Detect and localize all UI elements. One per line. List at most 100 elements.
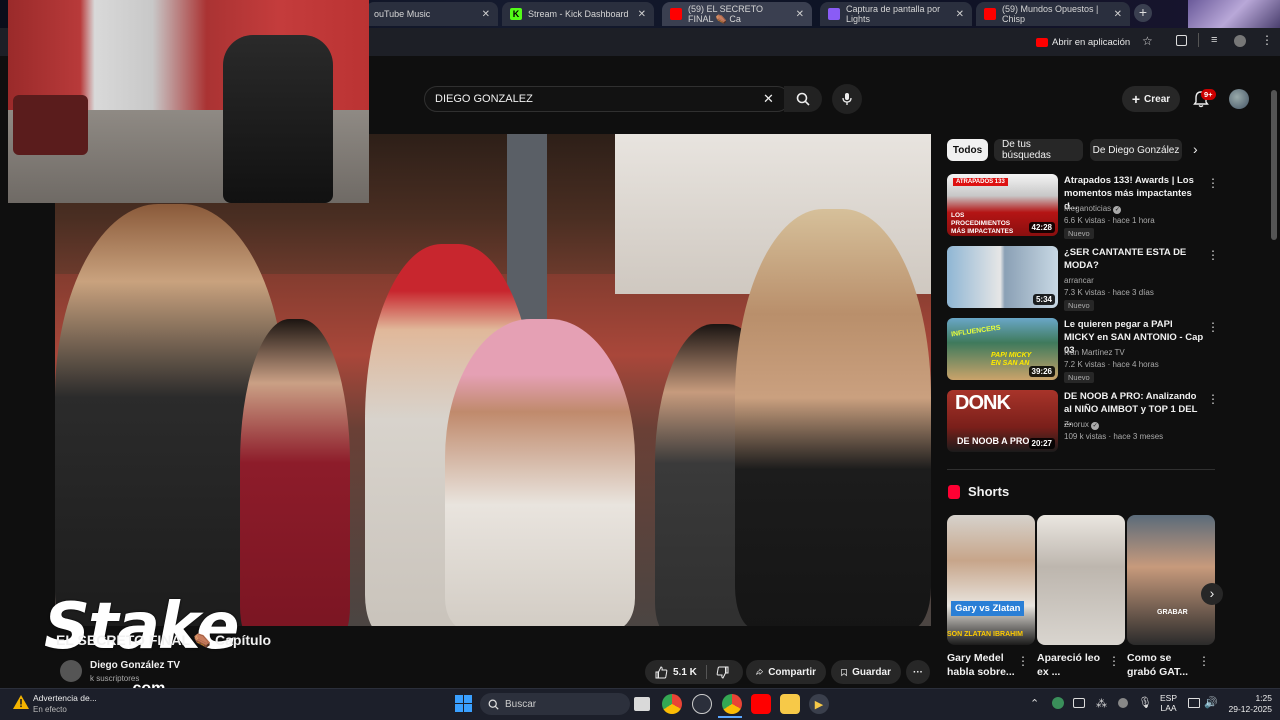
chrome-profile-icon[interactable] <box>722 694 742 714</box>
weather-subtitle: En efecto <box>33 705 67 714</box>
search-button[interactable] <box>784 86 822 112</box>
channel-name[interactable]: Diego González TV <box>90 660 180 671</box>
short-subtitle: SON ZLATAN IBRAHIM <box>947 631 1023 638</box>
reading-list-icon[interactable]: ≡ <box>1211 34 1217 46</box>
clock-date: 29-12-2025 <box>1228 704 1272 714</box>
save-button[interactable]: Guardar <box>831 660 901 684</box>
chip-from-searches[interactable]: De tus búsquedas <box>994 139 1083 161</box>
tray-window-icon[interactable] <box>1073 698 1085 708</box>
youtube-icon[interactable] <box>751 694 771 714</box>
create-button[interactable]: + Crear <box>1122 86 1180 112</box>
voice-search-button[interactable] <box>832 84 862 114</box>
volume-icon[interactable]: 🔊 <box>1204 696 1218 709</box>
close-icon[interactable]: ✕ <box>638 9 646 20</box>
browser-menu-icon[interactable]: ⋮ <box>1261 33 1273 47</box>
taskbar-search-box[interactable]: Buscar <box>480 693 630 715</box>
tab-mundos-opuestos[interactable]: (59) Mundos Opuestos | Chisp ✕ <box>976 2 1130 26</box>
network-icon[interactable] <box>1188 698 1200 708</box>
video-thumbnail[interactable]: 5:34 <box>947 246 1058 308</box>
weather-warning-icon[interactable] <box>12 694 30 712</box>
chip-from-channel[interactable]: De Diego González <box>1090 139 1182 161</box>
share-label: Compartir <box>768 666 816 678</box>
related-video[interactable]: ATRAPADOS 133 LOS PROCEDIMIENTOS MÁS IMP… <box>947 174 1219 239</box>
section-divider <box>947 469 1215 470</box>
related-video[interactable]: INFLUENCERS PAPI MICKY EN SAN AN 39:26 L… <box>947 318 1219 383</box>
github-icon[interactable] <box>692 694 712 714</box>
more-actions-button[interactable]: ··· <box>906 660 930 684</box>
chrome-icon[interactable] <box>662 694 682 714</box>
tray-app-icon[interactable] <box>1052 697 1064 709</box>
related-video[interactable]: DONK DE NOOB A PRO 20:27 DE NOOB A PRO: … <box>947 390 1219 454</box>
shorts-heading: Shorts <box>968 484 1010 499</box>
microphone-icon <box>842 93 852 105</box>
share-button[interactable]: Compartir <box>746 660 826 684</box>
task-view-icon[interactable] <box>634 697 650 711</box>
close-icon[interactable]: ✕ <box>796 9 804 20</box>
short-thumbnail[interactable] <box>1037 515 1125 645</box>
more-vert-icon[interactable]: ⋮ <box>1198 654 1210 668</box>
chip-all[interactable]: Todos <box>947 139 988 161</box>
video-player[interactable] <box>55 134 931 626</box>
more-vert-icon[interactable]: ⋮ <box>1207 248 1219 262</box>
more-vert-icon[interactable]: ⋮ <box>1017 654 1029 668</box>
video-thumbnail[interactable]: DONK DE NOOB A PRO 20:27 <box>947 390 1058 452</box>
weather-title[interactable]: Advertencia de... <box>33 693 97 703</box>
more-vert-icon[interactable]: ⋮ <box>1207 176 1219 190</box>
page-scrollbar[interactable] <box>1271 90 1277 240</box>
related-channel: Iván Martínez TV <box>1064 348 1125 357</box>
tab-lightshot[interactable]: Captura de pantalla por Lights ✕ <box>820 2 972 26</box>
windows-start-icon[interactable] <box>455 695 472 712</box>
extensions-icon[interactable] <box>1176 35 1187 46</box>
related-video[interactable]: 5:34 ¿SER CANTANTE ESTA DE MODA? arranca… <box>947 246 1219 311</box>
youtube-icon <box>670 8 682 20</box>
short-thumbnail[interactable]: GRABAR <box>1127 515 1215 645</box>
more-vert-icon[interactable]: ⋮ <box>1207 392 1219 406</box>
tab-el-secreto-final[interactable]: (59) EL SECRETO FINAL ⚰️ Ca ✕ <box>662 2 812 26</box>
close-icon[interactable]: ✕ <box>956 9 964 20</box>
new-badge: Nuevo <box>1064 228 1094 239</box>
search-input[interactable]: DIEGO GONZALEZ <box>424 86 790 112</box>
open-in-app-button[interactable]: Abrir en aplicación <box>1036 34 1130 50</box>
related-title[interactable]: ¿SER CANTANTE ESTA DE MODA? <box>1064 246 1204 272</box>
language-code: ESP <box>1160 693 1178 703</box>
short-title[interactable]: Apareció leo ex ... <box>1037 651 1107 679</box>
short-title[interactable]: Como se grabó GAT... <box>1127 651 1197 679</box>
tray-app-icon[interactable] <box>1118 698 1128 708</box>
webcam-overlay <box>8 0 369 203</box>
system-clock[interactable]: 1:25 29-12-2025 <box>1226 693 1272 715</box>
tray-grid-icon[interactable]: ⁂ <box>1096 697 1107 710</box>
video-thumbnail[interactable]: ATRAPADOS 133 LOS PROCEDIMIENTOS MÁS IMP… <box>947 174 1058 236</box>
bookmark-star-icon[interactable]: ☆ <box>1142 34 1153 48</box>
microphone-icon[interactable]: 🎙 <box>1138 696 1152 709</box>
notification-count-badge: 9+ <box>1201 89 1216 100</box>
chevron-right-icon[interactable]: › <box>1193 141 1198 157</box>
video-thumbnail[interactable]: INFLUENCERS PAPI MICKY EN SAN AN 39:26 <box>947 318 1058 380</box>
save-label: Guardar <box>852 666 891 678</box>
thumbs-down-icon[interactable] <box>716 666 729 679</box>
duration-badge: 39:26 <box>1028 366 1055 377</box>
channel-name: Znorux <box>1064 420 1089 429</box>
youtube-icon <box>984 8 996 20</box>
profile-avatar[interactable] <box>1234 35 1246 47</box>
short-title[interactable]: Gary Medel habla sobre... <box>947 651 1017 679</box>
tab-youtube-music[interactable]: ouTube Music ✕ <box>366 2 498 26</box>
clock-time: 1:25 <box>1255 693 1272 703</box>
close-icon[interactable]: ✕ <box>1114 9 1122 20</box>
tab-kick-dashboard[interactable]: K Stream - Kick Dashboard ✕ <box>502 2 654 26</box>
close-icon[interactable]: ✕ <box>482 9 490 20</box>
media-player-icon[interactable]: ▶ <box>809 694 829 714</box>
chevron-up-icon[interactable]: ⌃ <box>1030 697 1039 710</box>
file-explorer-icon[interactable] <box>780 694 800 714</box>
search-value: DIEGO GONZALEZ <box>435 93 533 105</box>
language-indicator[interactable]: ESP LAA <box>1160 693 1177 713</box>
clear-search-icon[interactable]: ✕ <box>763 91 774 107</box>
account-avatar[interactable] <box>1229 89 1249 109</box>
chevron-right-icon[interactable]: › <box>1201 583 1223 605</box>
more-vert-icon[interactable]: ⋮ <box>1207 320 1219 334</box>
plus-icon: + <box>1131 91 1141 107</box>
short-thumbnail[interactable]: Gary vs Zlatan SON ZLATAN IBRAHIM <box>947 515 1035 645</box>
like-button[interactable]: 5.1 K <box>655 665 697 679</box>
channel-avatar[interactable] <box>60 660 82 682</box>
more-vert-icon[interactable]: ⋮ <box>1108 654 1120 668</box>
new-tab-button[interactable]: + <box>1134 4 1152 22</box>
